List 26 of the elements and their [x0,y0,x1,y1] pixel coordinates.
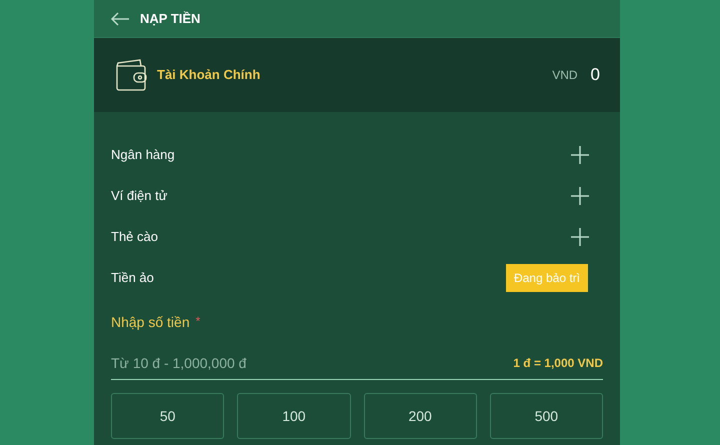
plus-icon [571,146,589,164]
add-button[interactable] [571,228,589,246]
amount-option-button[interactable]: 200 [364,393,477,439]
balance-value: 0 [590,64,600,86]
wallet-icon [114,58,148,92]
required-mark: * [196,313,200,330]
amount-option-button[interactable]: 50 [111,393,224,439]
maintenance-badge: Đang bảo trì [506,264,588,292]
payment-method-label: Ngân hàng [111,146,175,164]
exchange-rate: 1 đ = 1,000 VND [513,355,603,372]
payment-method-label: Ví điện tử [111,186,168,205]
plus-icon [571,186,589,204]
amount-label: Nhập số tiền [111,313,190,332]
amount-field[interactable]: Từ 10 đ - 1,000,000 đ [111,349,506,377]
currency-label: VND [552,67,578,84]
add-button[interactable] [571,186,589,204]
plus-icon [571,228,589,246]
payment-method-label: Thẻ cào [111,228,158,246]
amount-option-button[interactable]: 100 [237,393,350,439]
page-title: NẠP TIỀN [140,10,200,28]
account-name: Tài Khoản Chính [157,66,262,84]
back-button[interactable] [110,12,130,26]
back-icon [110,12,130,26]
payment-method-label: Tiền ảo [111,268,154,287]
amount-option-button[interactable]: 500 [490,393,603,439]
add-button[interactable] [571,146,589,164]
